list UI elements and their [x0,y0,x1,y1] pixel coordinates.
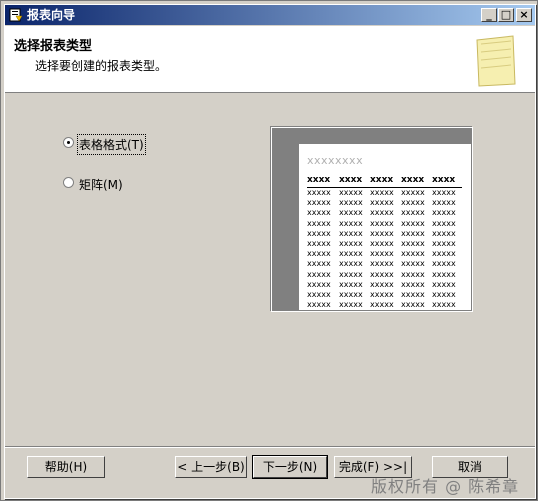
preview-cell: xxxxx [307,228,331,238]
back-button[interactable]: < 上一步(B) [175,456,247,478]
preview-cell: xxxxx [339,239,363,248]
wizard-header: 选择报表类型 选择要创建的报表类型。 [5,26,535,93]
preview-cell: xxxxx [339,228,363,238]
preview-cell: xxxxx [307,279,331,289]
preview-cell: xxxxx [370,208,394,218]
preview-cell: xxxxx [432,300,456,310]
preview-cell: xxxxx [432,188,456,197]
preview-cell: xxxxx [432,249,456,259]
preview-header-row: xxxx xxxx xxxx xxxx xxxx [307,175,462,188]
preview-cell: xxxxx [339,269,363,279]
preview-cell: xxxxx [339,218,363,228]
preview-cell: xxxxx [370,188,394,197]
preview-cell: xxxxx [339,249,363,259]
preview-cell: xxxxx [307,269,331,279]
report-wizard-window: 报表向导 _ □ × 选择报表类型 选择要创建的报表类型。 表格格式(T) 矩阵… [4,4,536,499]
preview-cell: xxxxx [307,249,331,259]
preview-cell: xxxxx [432,198,456,208]
preview-cell: xxxxx [432,208,456,218]
preview-cell: xxxxx [339,259,363,269]
preview-cell: xxxxx [370,198,394,208]
preview-cell: xxxxx [339,279,363,289]
preview-cell: xxxxx [432,279,456,289]
preview-cell: xxxxx [401,228,425,238]
option-matrix-label: 矩阵(M) [79,178,123,192]
preview-cell: xxxxx [339,188,363,197]
option-tabular-label: 表格格式(T) [77,134,146,155]
preview-cell: xxxxx [370,259,394,269]
preview-cell: xxxxx [401,269,425,279]
footer-divider [5,446,535,448]
preview-cell: xxxxx [307,218,331,228]
radio-matrix[interactable] [63,177,74,188]
preview-cell: xxxxx [401,249,425,259]
preview-cell: xxxxx [307,259,331,269]
preview-cell: xxxxx [401,279,425,289]
help-button[interactable]: 帮助(H) [27,456,105,478]
preview-cell: xxxxx [432,259,456,269]
preview-cell: xxxxx [307,300,331,310]
preview-header-cell: xxxx [432,175,456,185]
preview-header-cell: xxxx [370,175,394,185]
next-button[interactable]: 下一步(N) [252,455,328,479]
preview-cell: xxxxx [339,198,363,208]
preview-cell: xxxxx [432,269,456,279]
preview-cell: xxxxx [432,290,456,299]
preview-sheet: xxxxxxxx xxxx xxxx xxxx xxxx xxxx xxxxx xxxxx… [299,144,471,310]
maximize-button[interactable]: □ [498,8,514,22]
preview-cell: xxxxx [370,249,394,259]
report-preview: xxxxxxxx xxxx xxxx xxxx xxxx xxxx xxxxx xxxxx… [271,127,473,312]
preview-cell: xxxxx [432,239,456,248]
preview-cell: xxxxx [307,188,331,197]
preview-cell: xxxxx [370,239,394,248]
preview-cell: xxxxx [370,218,394,228]
title-bar[interactable]: 报表向导 _ □ × [5,5,535,25]
preview-cell: xxxxx [401,208,425,218]
preview-cell: xxxxx [432,228,456,238]
preview-cell: xxxxx [339,290,363,299]
screenshot-frame: 报表向导 _ □ × 选择报表类型 选择要创建的报表类型。 表格格式(T) 矩阵… [0,0,538,501]
preview-cell: xxxxx [401,239,425,248]
report-wizard-icon [9,8,23,22]
preview-cell: xxxxx [401,290,425,299]
preview-cell: xxxxx [401,218,425,228]
preview-cell: xxxxx [339,300,363,310]
preview-cell: xxxxx [307,198,331,208]
close-icon: × [519,8,529,21]
preview-header-cell: xxxx [339,175,363,185]
page-title: 选择报表类型 [14,39,93,54]
preview-cell: xxxxx [370,279,394,289]
preview-cell: xxxxx [307,208,331,218]
preview-cell: xxxxx [401,259,425,269]
preview-cell: xxxxx [401,198,425,208]
watermark: 版权所有 @ 陈希章 [371,477,520,496]
preview-cell: xxxxx [370,228,394,238]
preview-cell: xxxxx [370,269,394,279]
preview-cell: xxxxx [339,208,363,218]
preview-cell: xxxxx [370,290,394,299]
preview-cell: xxxxx [401,300,425,310]
notepad-icon [476,35,516,87]
preview-cell: xxxxx [307,239,331,248]
window-title: 报表向导 [27,8,76,22]
preview-header-cell: xxxx [401,175,425,185]
preview-cell: xxxxx [370,300,394,310]
minimize-icon: _ [486,8,492,21]
preview-header-cell: xxxx [307,175,331,185]
minimize-button[interactable]: _ [481,8,497,22]
maximize-icon: □ [500,8,512,21]
preview-title: xxxxxxxx [307,154,364,167]
preview-cell: xxxxx [307,290,331,299]
preview-cell: xxxxx [432,218,456,228]
close-button[interactable]: × [516,8,532,22]
page-subtitle: 选择要创建的报表类型。 [35,59,168,73]
radio-tabular[interactable] [63,137,74,148]
preview-cell: xxxxx [401,188,425,197]
